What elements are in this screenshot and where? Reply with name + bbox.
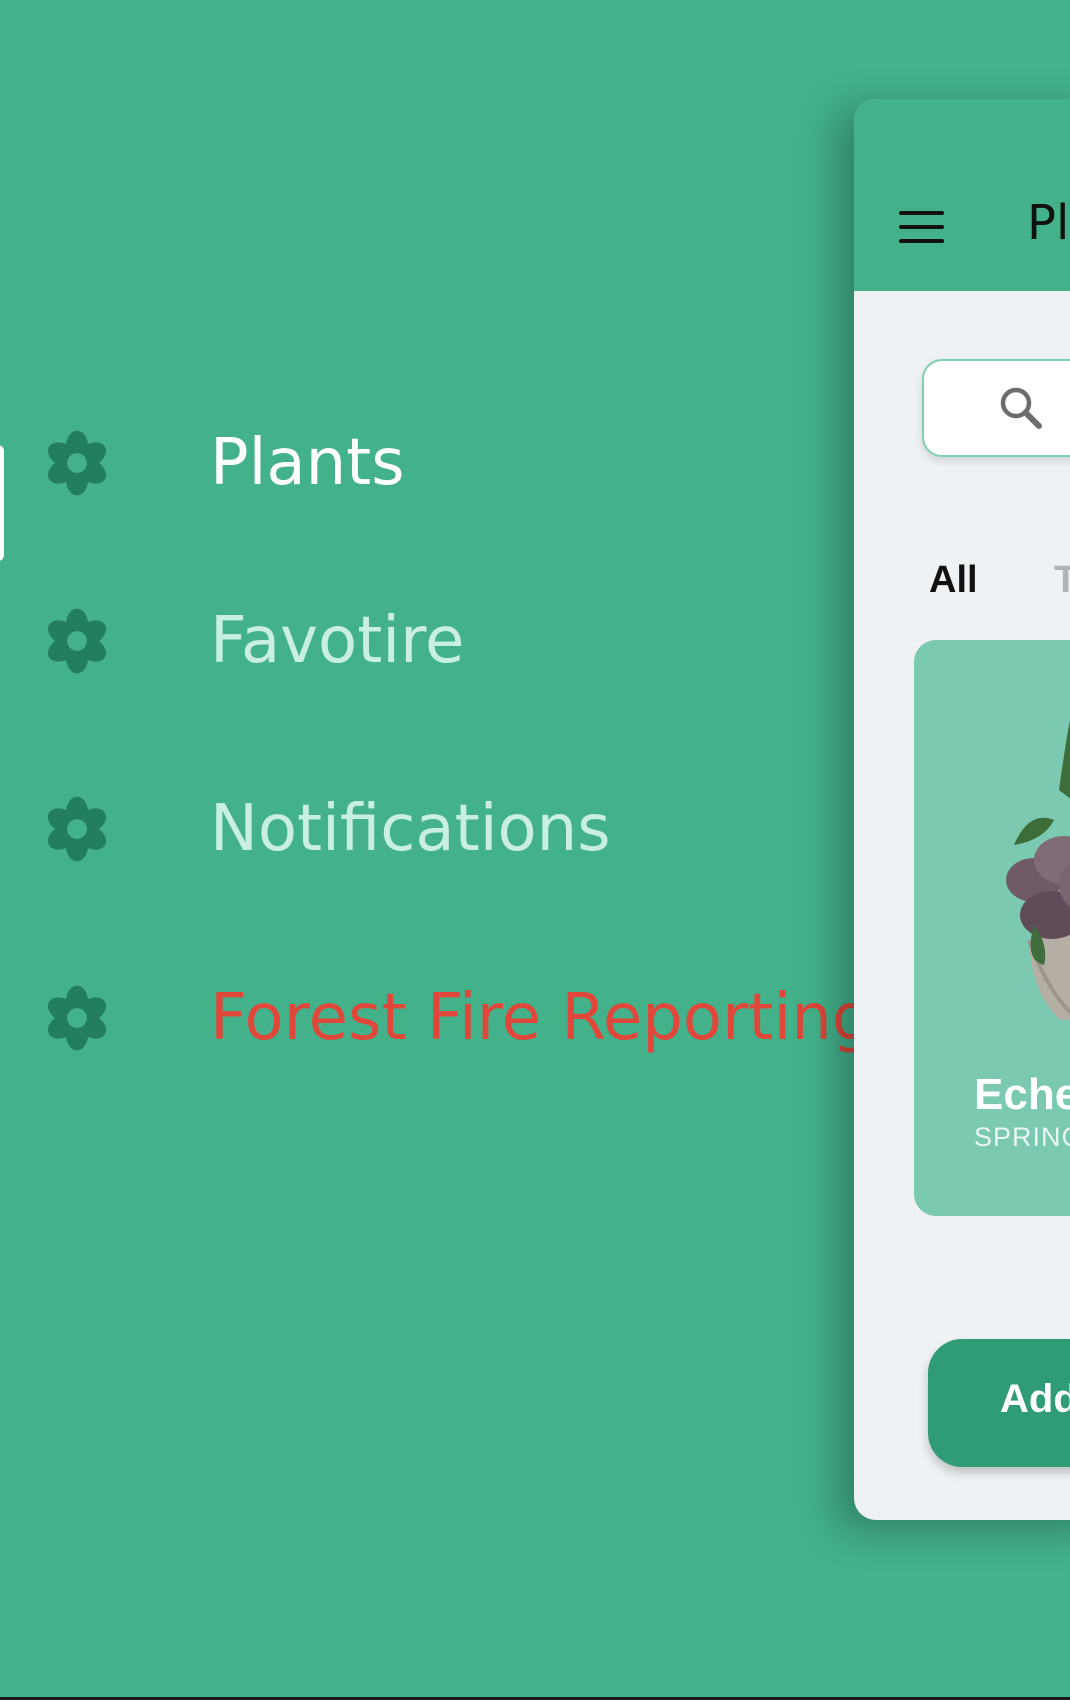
- drawer-item-label: Plants: [210, 426, 405, 500]
- drawer-item-label: Forest Fire Reporting: [210, 981, 873, 1055]
- drawer-item-notifications[interactable]: Notifications: [0, 774, 860, 884]
- add-button-label: Add: [1000, 1377, 1070, 1421]
- flower-icon: [47, 985, 107, 1051]
- plant-name: Eche: [974, 1070, 1070, 1119]
- flower-icon: [47, 608, 107, 674]
- app-screen-preview[interactable]: Pl All T Eche SPRING Add: [854, 99, 1070, 1520]
- plant-card[interactable]: Eche SPRING: [914, 640, 1070, 1216]
- app-title: Pl: [1027, 195, 1070, 251]
- add-button[interactable]: Add: [928, 1339, 1070, 1467]
- drawer-item-plants[interactable]: Plants: [0, 408, 860, 518]
- drawer-item-label: Notifications: [210, 792, 611, 866]
- flower-icon: [47, 430, 107, 496]
- hamburger-menu-icon[interactable]: [899, 211, 944, 243]
- tab-all[interactable]: All: [929, 559, 978, 602]
- flower-icon: [47, 796, 107, 862]
- tab-next[interactable]: T: [1054, 559, 1070, 602]
- succulent-plant-image: [1006, 720, 1070, 1020]
- navigation-drawer: Plants Favotire Notifications Forest Fir…: [0, 0, 872, 1700]
- drawer-item-label: Favotire: [210, 604, 465, 678]
- app-bar: Pl: [854, 99, 1070, 291]
- plant-season: SPRING: [974, 1122, 1070, 1152]
- drawer-item-forest-fire-reporting[interactable]: Forest Fire Reporting: [0, 963, 872, 1073]
- search-icon: [1000, 387, 1042, 429]
- drawer-item-favorite[interactable]: Favotire: [0, 586, 860, 696]
- search-input[interactable]: [922, 359, 1070, 457]
